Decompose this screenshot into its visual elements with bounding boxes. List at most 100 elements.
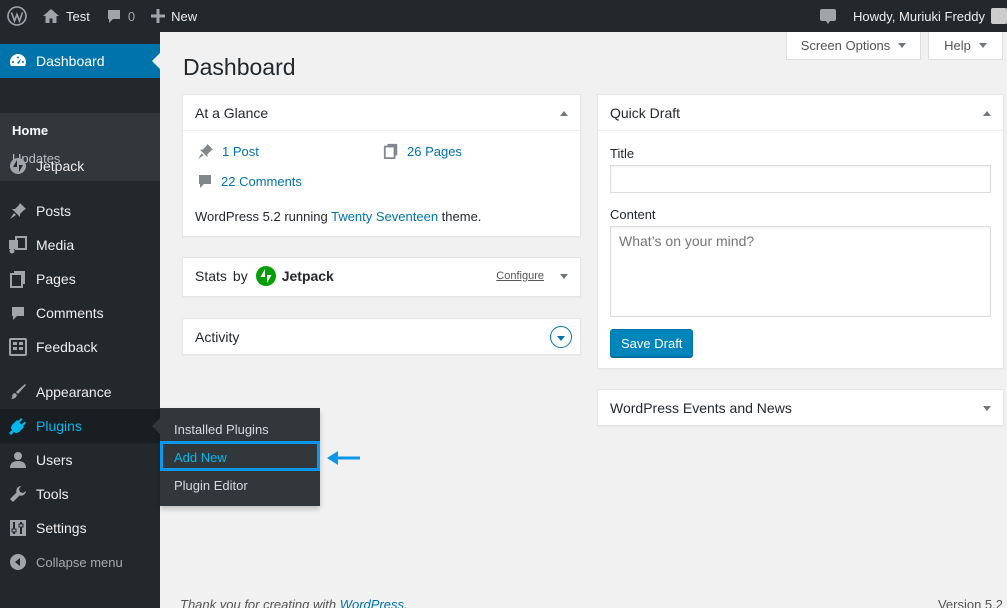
comment-icon — [107, 10, 120, 23]
sidebar-item-label: Pages — [36, 271, 76, 287]
flyout-plugin-editor[interactable]: Plugin Editor — [174, 478, 248, 493]
collapse-arrow-icon[interactable] — [983, 111, 991, 116]
notifications-link[interactable] — [811, 0, 845, 32]
configure-link[interactable]: Configure — [496, 270, 544, 282]
admin-menu: Dashboard Home Updates Jetpack Posts Med… — [0, 32, 160, 608]
sidebar-item-label: Settings — [36, 520, 87, 536]
collapse-label: Collapse menu — [36, 554, 123, 570]
arrow-left-icon — [327, 451, 360, 465]
add-new-highlight-box — [160, 441, 320, 471]
content-textarea[interactable] — [610, 226, 991, 317]
sidebar-item-label: Feedback — [36, 339, 98, 355]
sidebar-item-label: Appearance — [36, 384, 112, 400]
widget-header[interactable]: Activity — [183, 319, 580, 355]
activity-widget: Activity — [182, 318, 581, 355]
sidebar-item-media[interactable]: Media — [0, 228, 160, 262]
title-input[interactable] — [610, 165, 991, 193]
wordpress-logo-icon[interactable] — [0, 0, 34, 32]
comment-icon — [199, 175, 211, 188]
flyout-installed-plugins[interactable]: Installed Plugins — [174, 422, 269, 437]
widget-header[interactable]: At a Glance — [183, 95, 580, 131]
events-news-widget: WordPress Events and News — [597, 389, 1004, 426]
sidebar-item-users[interactable]: Users — [0, 443, 160, 477]
sidebar-item-label: Plugins — [36, 418, 82, 434]
sidebar-item-appearance[interactable]: Appearance — [0, 375, 160, 409]
running-suffix: theme. — [438, 209, 482, 224]
sidebar-item-feedback[interactable]: Feedback — [0, 330, 160, 364]
settings-icon — [10, 520, 26, 536]
notification-icon — [820, 9, 837, 24]
stats-widget: Stats by Jetpack Configure — [182, 257, 581, 297]
sidebar-item-jetpack[interactable]: Jetpack — [0, 149, 160, 183]
widget-header[interactable]: WordPress Events and News — [598, 390, 1003, 426]
glance-posts[interactable]: 1 Post — [197, 143, 259, 160]
admin-bar: Test 0 New Howdy, Muriuki Freddy — [0, 0, 1007, 32]
collapse-menu-button[interactable]: Collapse menu — [0, 545, 160, 579]
save-draft-button[interactable]: Save Draft — [610, 329, 694, 357]
collapse-arrow-icon[interactable] — [560, 111, 568, 116]
wrench-icon — [10, 486, 26, 502]
sidebar-item-settings[interactable]: Settings — [0, 511, 160, 545]
comments-count-link[interactable]: 22 Comments — [221, 174, 302, 189]
screen-options-button[interactable]: Screen Options — [786, 32, 921, 60]
site-name-link[interactable]: Test — [34, 0, 98, 32]
widget-header[interactable]: Quick Draft — [598, 95, 1003, 131]
pin-icon — [197, 143, 214, 160]
caret-down-icon — [978, 43, 987, 48]
account-link[interactable]: Howdy, Muriuki Freddy — [845, 0, 1007, 32]
wordpress-link[interactable]: WordPress — [340, 597, 404, 608]
site-name: Test — [66, 8, 90, 24]
plugin-icon — [9, 418, 26, 435]
submenu-home[interactable]: Home — [12, 123, 48, 138]
footer-thanks: Thank you for creating with WordPress. — [180, 597, 408, 608]
widget-title: WordPress Events and News — [610, 400, 792, 416]
sidebar-item-label: Users — [36, 452, 73, 468]
sidebar-item-pages[interactable]: Pages — [0, 262, 160, 296]
sidebar-item-label: Media — [36, 237, 75, 253]
running-prefix: WordPress 5.2 running — [195, 209, 332, 224]
new-content-link[interactable]: New — [143, 0, 205, 32]
sidebar-item-comments[interactable]: Comments — [0, 296, 160, 330]
glance-comments[interactable]: 22 Comments — [197, 173, 302, 189]
pages-icon — [383, 143, 398, 159]
comment-icon — [12, 307, 24, 320]
theme-link[interactable]: Twenty Seventeen — [331, 209, 438, 224]
sidebar-item-label: Tools — [36, 486, 69, 502]
widget-title: Activity — [195, 329, 240, 345]
pin-icon — [10, 203, 26, 219]
widget-title: Stats — [195, 268, 227, 284]
comments-count: 0 — [127, 8, 136, 24]
collapse-icon — [10, 554, 26, 570]
expand-arrow-icon[interactable] — [983, 406, 991, 411]
page-title: Dashboard — [183, 54, 296, 80]
jetpack-logo-icon — [255, 266, 276, 286]
sidebar-item-plugins[interactable]: Plugins — [0, 409, 160, 443]
pages-count-link[interactable]: 26 Pages — [407, 144, 462, 159]
user-icon — [10, 452, 26, 468]
sidebar-item-dashboard[interactable]: Dashboard — [0, 44, 160, 78]
sidebar-item-label: Comments — [36, 305, 104, 321]
pages-icon — [10, 271, 25, 288]
expand-arrow-icon[interactable] — [560, 274, 568, 279]
posts-count-link[interactable]: 1 Post — [222, 144, 259, 159]
glance-pages[interactable]: 26 Pages — [383, 143, 462, 159]
caret-down-icon — [898, 43, 907, 48]
media-icon — [9, 236, 27, 254]
expand-circle-icon[interactable] — [550, 326, 572, 348]
sidebar-item-label: Jetpack — [36, 158, 85, 174]
home-icon — [43, 9, 59, 23]
quick-draft-widget: Quick Draft Title Content Save Draft — [597, 94, 1004, 369]
help-button[interactable]: Help — [928, 32, 1003, 60]
sidebar-item-label: Posts — [36, 203, 72, 219]
sidebar-item-tools[interactable]: Tools — [0, 477, 160, 511]
sidebar-item-posts[interactable]: Posts — [0, 194, 160, 228]
dashboard-icon — [10, 54, 26, 66]
title-label: Title — [610, 146, 635, 161]
at-a-glance-widget: At a Glance 1 Post 26 Pages 22 Comments … — [182, 94, 581, 237]
brush-icon — [11, 384, 26, 399]
help-label: Help — [944, 38, 971, 53]
widget-title: Quick Draft — [610, 104, 681, 121]
thanks-prefix: Thank you for creating with — [180, 597, 340, 608]
comments-link[interactable]: 0 — [98, 0, 143, 32]
howdy-text: Howdy, Muriuki Freddy — [853, 8, 985, 24]
